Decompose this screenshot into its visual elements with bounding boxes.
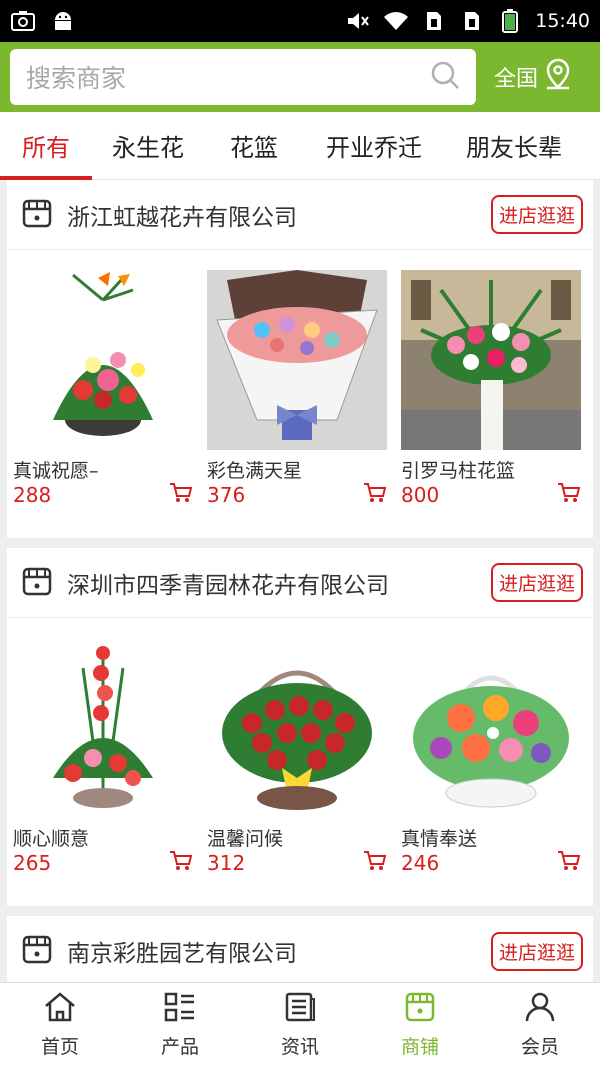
region-label: 全国 xyxy=(494,67,539,92)
status-bar: 15:40 xyxy=(0,0,600,42)
product-price: 288 xyxy=(13,483,52,507)
news-icon xyxy=(283,991,317,1028)
enter-store-button[interactable]: 进店逛逛 xyxy=(490,931,583,971)
store-name[interactable]: 南京彩胜园艺有限公司 xyxy=(67,934,297,968)
store-header[interactable]: 南京彩胜园艺有限公司 进店逛逛 xyxy=(7,916,593,982)
sim-card-1-icon xyxy=(421,10,447,32)
add-to-cart-icon[interactable] xyxy=(557,482,581,508)
store-name[interactable]: 深圳市四季青园林花卉有限公司 xyxy=(67,566,389,600)
product-image[interactable] xyxy=(207,638,387,818)
store-header[interactable]: 浙江虹越花卉有限公司 进店逛逛 xyxy=(7,180,593,250)
nav-member[interactable]: 会员 xyxy=(480,983,600,1067)
product-name: 顺心顺意 xyxy=(13,828,90,850)
nav-shops-label: 商铺 xyxy=(400,1036,439,1058)
add-to-cart-icon[interactable] xyxy=(363,482,387,508)
region-selector[interactable]: 全国 xyxy=(494,58,572,96)
add-to-cart-icon[interactable] xyxy=(169,850,193,876)
status-time: 15:40 xyxy=(535,10,590,32)
screenshot-icon xyxy=(10,10,36,32)
enter-store-button[interactable]: 进店逛逛 xyxy=(490,563,583,602)
product-card[interactable]: 真情奉送 246 xyxy=(401,638,581,876)
search-input[interactable]: 搜索商家 xyxy=(26,59,430,95)
top-header: 搜索商家 全国 xyxy=(0,42,600,112)
product-name: 彩色满天星 xyxy=(207,460,303,482)
battery-icon xyxy=(497,9,523,33)
mute-icon xyxy=(345,10,371,32)
nav-member-label: 会员 xyxy=(520,1036,559,1058)
nav-products-label: 产品 xyxy=(160,1036,199,1058)
product-card[interactable]: 顺心顺意 265 xyxy=(13,638,193,876)
product-image[interactable] xyxy=(401,638,581,818)
shop-icon xyxy=(21,197,53,233)
store-list[interactable]: 浙江虹越花卉有限公司 进店逛逛 真诚祝愿– 288 彩色满天星 376 引罗马柱… xyxy=(0,180,600,982)
product-row: 真诚祝愿– 288 彩色满天星 376 引罗马柱花篮 800 xyxy=(7,250,593,508)
bottom-nav: 首页 产品 资讯 商铺 会员 xyxy=(0,982,600,1067)
product-image[interactable] xyxy=(401,270,581,450)
add-to-cart-icon[interactable] xyxy=(363,850,387,876)
user-icon xyxy=(523,991,557,1028)
nav-home-label: 首页 xyxy=(40,1036,79,1058)
nav-news-label: 资讯 xyxy=(280,1036,319,1058)
tab-opening-moving[interactable]: 开业乔迁 xyxy=(304,112,444,180)
grid-list-icon xyxy=(163,991,197,1028)
shop-icon xyxy=(21,565,53,601)
store-header[interactable]: 深圳市四季青园林花卉有限公司 进店逛逛 xyxy=(7,548,593,618)
store-card: 深圳市四季青园林花卉有限公司 进店逛逛 顺心顺意 265 温馨问候 312 真情… xyxy=(7,548,593,906)
location-pin-icon xyxy=(544,58,572,96)
tab-flower-baskets[interactable]: 花篮 xyxy=(204,112,304,180)
nav-home[interactable]: 首页 xyxy=(0,983,120,1067)
product-price: 265 xyxy=(13,851,52,875)
product-card[interactable]: 彩色满天星 376 xyxy=(207,270,387,508)
product-price: 800 xyxy=(401,483,440,507)
tab-preserved-flowers[interactable]: 永生花 xyxy=(92,112,204,180)
shop-icon xyxy=(21,933,53,969)
store-name[interactable]: 浙江虹越花卉有限公司 xyxy=(67,198,297,232)
search-icon[interactable] xyxy=(430,60,460,94)
nav-shops[interactable]: 商铺 xyxy=(360,983,480,1067)
shop-icon xyxy=(403,991,437,1028)
product-price: 312 xyxy=(207,851,246,875)
product-name: 真诚祝愿– xyxy=(13,460,99,482)
android-icon xyxy=(50,10,76,32)
product-card[interactable]: 引罗马柱花篮 800 xyxy=(401,270,581,508)
wifi-icon xyxy=(383,10,409,32)
store-card: 浙江虹越花卉有限公司 进店逛逛 真诚祝愿– 288 彩色满天星 376 引罗马柱… xyxy=(7,180,593,538)
product-name: 引罗马柱花篮 xyxy=(401,460,516,482)
product-image[interactable] xyxy=(13,638,193,818)
product-image[interactable] xyxy=(13,270,193,450)
tab-all[interactable]: 所有 xyxy=(0,112,92,180)
nav-products[interactable]: 产品 xyxy=(120,983,240,1067)
product-price: 246 xyxy=(401,851,440,875)
add-to-cart-icon[interactable] xyxy=(169,482,193,508)
home-icon xyxy=(43,991,77,1028)
sim-card-2-icon xyxy=(459,10,485,32)
product-card[interactable]: 温馨问候 312 xyxy=(207,638,387,876)
product-name: 真情奉送 xyxy=(401,828,478,850)
store-card: 南京彩胜园艺有限公司 进店逛逛 xyxy=(7,916,593,982)
tab-friends-elders[interactable]: 朋友长辈 xyxy=(444,112,584,180)
nav-news[interactable]: 资讯 xyxy=(240,983,360,1067)
category-tabs: 所有 永生花 花篮 开业乔迁 朋友长辈 xyxy=(0,112,600,180)
search-box[interactable]: 搜索商家 xyxy=(10,49,476,105)
product-card[interactable]: 真诚祝愿– 288 xyxy=(13,270,193,508)
product-price: 376 xyxy=(207,483,246,507)
enter-store-button[interactable]: 进店逛逛 xyxy=(490,195,583,234)
product-name: 温馨问候 xyxy=(207,828,284,850)
add-to-cart-icon[interactable] xyxy=(557,850,581,876)
product-image[interactable] xyxy=(207,270,387,450)
product-row: 顺心顺意 265 温馨问候 312 真情奉送 246 xyxy=(7,618,593,876)
